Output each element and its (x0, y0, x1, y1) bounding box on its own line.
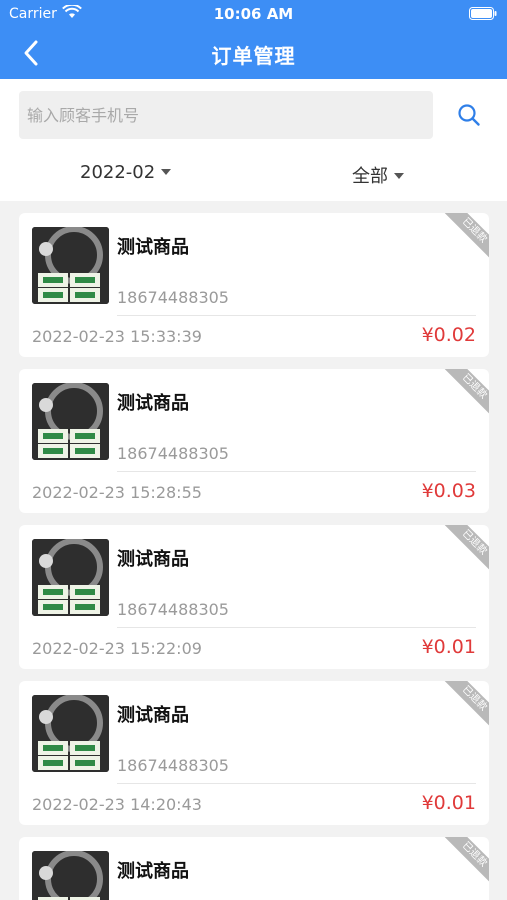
order-time: 2022-02-23 14:20:43 (32, 795, 202, 814)
app-header: Carrier 10:06 AM 订单管理 (0, 0, 507, 79)
product-thumbnail (32, 539, 109, 616)
status-filter-dropdown[interactable]: 全部 (352, 162, 404, 188)
caret-down-icon (394, 172, 404, 179)
product-name: 测试商品 (117, 861, 189, 882)
customer-phone: 18674488305 (117, 444, 229, 463)
refund-status-ribbon: 已退款 (443, 837, 489, 886)
refund-status-ribbon: 已退款 (443, 369, 489, 418)
refund-status-ribbon: 已退款 (443, 213, 489, 262)
status-bar: Carrier 10:06 AM (0, 0, 507, 28)
order-card[interactable]: 测试商品 已退款 (19, 837, 489, 900)
search-icon[interactable] (457, 103, 481, 127)
refund-status-ribbon: 已退款 (443, 525, 489, 574)
product-name: 测试商品 (117, 393, 189, 414)
month-filter-label: 2022-02 (80, 162, 156, 183)
divider (117, 471, 476, 472)
battery-icon (469, 7, 497, 20)
order-card[interactable]: 测试商品 18674488305 2022-02-23 14:20:43 ¥0.… (19, 681, 489, 825)
divider (117, 315, 476, 316)
customer-phone: 18674488305 (117, 756, 229, 775)
order-price: ¥0.02 (421, 324, 476, 346)
product-thumbnail (32, 383, 109, 460)
order-card[interactable]: 测试商品 18674488305 2022-02-23 15:22:09 ¥0.… (19, 525, 489, 669)
product-name: 测试商品 (117, 705, 189, 726)
order-card[interactable]: 测试商品 18674488305 2022-02-23 15:28:55 ¥0.… (19, 369, 489, 513)
order-price: ¥0.03 (421, 480, 476, 502)
caret-down-icon (161, 168, 172, 175)
order-time: 2022-02-23 15:33:39 (32, 327, 202, 346)
search-input[interactable] (19, 91, 433, 139)
refund-status-ribbon: 已退款 (443, 681, 489, 730)
product-name: 测试商品 (117, 549, 189, 570)
customer-phone: 18674488305 (117, 600, 229, 619)
product-thumbnail (32, 695, 109, 772)
order-price: ¥0.01 (421, 792, 476, 814)
divider (117, 783, 476, 784)
order-time: 2022-02-23 15:22:09 (32, 639, 202, 658)
customer-phone: 18674488305 (117, 288, 229, 307)
status-filter-label: 全部 (352, 166, 388, 187)
product-thumbnail (32, 851, 109, 900)
order-time: 2022-02-23 15:28:55 (32, 483, 202, 502)
order-card[interactable]: 测试商品 18674488305 2022-02-23 15:33:39 ¥0.… (19, 213, 489, 357)
divider (117, 627, 476, 628)
product-name: 测试商品 (117, 237, 189, 258)
page-title: 订单管理 (211, 44, 296, 68)
order-price: ¥0.01 (421, 636, 476, 658)
search-filter-panel: 2022-02 全部 (0, 79, 507, 201)
status-time: 10:06 AM (213, 5, 294, 23)
month-filter-dropdown[interactable]: 2022-02 (80, 162, 172, 183)
product-thumbnail (32, 227, 109, 304)
